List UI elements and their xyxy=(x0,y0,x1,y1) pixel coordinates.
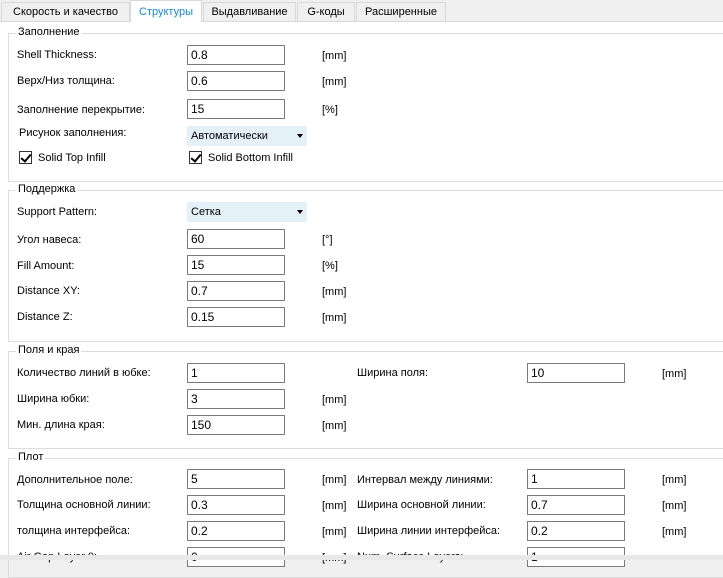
solid-bottom-infill-checkbox[interactable] xyxy=(189,151,202,164)
infill-pattern-label: Рисунок заполнения: xyxy=(19,127,127,139)
overhang-angle-input[interactable]: 60 xyxy=(187,229,285,249)
top-bottom-thickness-unit: [mm] xyxy=(322,76,347,88)
support-group-title: Поддержка xyxy=(16,183,78,195)
chevron-down-icon xyxy=(297,134,303,138)
raft-base-width-unit: [mm] xyxy=(662,500,687,512)
support-pattern-value: Сетка xyxy=(191,206,221,218)
infill-pattern-value: Автоматически xyxy=(191,130,268,142)
distance-xy-input[interactable]: 0.7 xyxy=(187,281,285,301)
fill-amount-unit: [%] xyxy=(322,260,338,272)
raft-interface-width-unit: [mm] xyxy=(662,526,687,538)
raft-interface-thickness-label: толщина интерфейса: xyxy=(17,525,131,537)
raft-interface-thickness-input[interactable]: 0.2 xyxy=(187,521,285,541)
distance-z-label: Distance Z: xyxy=(17,311,73,323)
min-edge-length-label: Мин. длина края: xyxy=(17,419,105,431)
raft-extra-margin-unit: [mm] xyxy=(322,474,347,486)
skirt-line-count-input[interactable]: 1 xyxy=(187,363,285,383)
skirt-width-unit: [mm] xyxy=(322,394,347,406)
skirt-brim-group-title: Поля и края xyxy=(16,344,82,356)
shell-thickness-unit: [mm] xyxy=(322,50,347,62)
top-bottom-thickness-label: Верх/Низ толщина: xyxy=(17,75,115,87)
min-edge-length-unit: [mm] xyxy=(322,420,347,432)
raft-interface-width-label: Ширина линии интерфейса: xyxy=(357,525,501,537)
tab-extrusion[interactable]: Выдавливание xyxy=(203,2,296,21)
infill-group-title: Заполнение xyxy=(16,26,82,38)
top-bottom-thickness-input[interactable]: 0.6 xyxy=(187,71,285,91)
support-group xyxy=(8,190,723,342)
raft-interface-width-input[interactable]: 0.2 xyxy=(527,521,625,541)
raft-base-width-label: Ширина основной линии: xyxy=(357,499,486,511)
overhang-angle-label: Угол навеса: xyxy=(17,234,82,246)
raft-base-thickness-unit: [mm] xyxy=(322,500,347,512)
infill-pattern-dropdown[interactable]: Автоматически xyxy=(187,126,307,146)
chevron-down-icon xyxy=(297,210,303,214)
structures-panel: Заполнение Shell Thickness: 0.8 [mm] Вер… xyxy=(0,22,723,578)
skirt-line-count-label: Количество линий в юбке: xyxy=(17,367,151,379)
raft-base-thickness-label: Толщина основной линии: xyxy=(17,499,151,511)
fill-amount-label: Fill Amount: xyxy=(17,260,75,272)
brim-width-input[interactable]: 10 xyxy=(527,363,625,383)
min-edge-length-input[interactable]: 150 xyxy=(187,415,285,435)
fill-amount-input[interactable]: 15 xyxy=(187,255,285,275)
raft-line-spacing-input[interactable]: 1 xyxy=(527,469,625,489)
tab-structures[interactable]: Структуры xyxy=(130,0,202,22)
raft-group-title: Плот xyxy=(16,451,46,463)
support-pattern-label: Support Pattern: xyxy=(17,206,98,218)
overhang-angle-unit: [°] xyxy=(322,234,333,246)
support-pattern-dropdown[interactable]: Сетка xyxy=(187,202,307,222)
tab-gcode[interactable]: G-коды xyxy=(297,2,355,21)
raft-base-width-input[interactable]: 0.7 xyxy=(527,495,625,515)
solid-bottom-infill-label: Solid Bottom Infill xyxy=(208,152,293,164)
infill-overlap-unit: [%] xyxy=(322,104,338,116)
distance-xy-label: Distance XY: xyxy=(17,285,80,297)
raft-line-spacing-label: Интервал между линиями: xyxy=(357,474,493,486)
tab-advanced[interactable]: Расширенные xyxy=(356,2,446,21)
shell-thickness-input[interactable]: 0.8 xyxy=(187,45,285,65)
distance-z-unit: [mm] xyxy=(322,312,347,324)
infill-overlap-input[interactable]: 15 xyxy=(187,99,285,119)
raft-extra-margin-input[interactable]: 5 xyxy=(187,469,285,489)
checkmark-icon xyxy=(20,151,32,163)
raft-interface-thickness-unit: [mm] xyxy=(322,526,347,538)
tab-speed-quality[interactable]: Скорость и качество xyxy=(1,2,130,21)
raft-line-spacing-unit: [mm] xyxy=(662,474,687,486)
brim-width-unit: [mm] xyxy=(662,368,687,380)
brim-width-label: Ширина поля: xyxy=(357,367,429,379)
horizontal-scrollbar[interactable] xyxy=(0,555,723,560)
raft-base-thickness-input[interactable]: 0.3 xyxy=(187,495,285,515)
distance-z-input[interactable]: 0.15 xyxy=(187,307,285,327)
checkmark-icon xyxy=(190,151,202,163)
skirt-width-input[interactable]: 3 xyxy=(187,389,285,409)
raft-extra-margin-label: Дополнительное поле: xyxy=(17,474,133,486)
skirt-width-label: Ширина юбки: xyxy=(17,393,90,405)
shell-thickness-label: Shell Thickness: xyxy=(17,49,97,61)
infill-overlap-label: Заполнение перекрытие: xyxy=(17,104,146,116)
solid-top-infill-checkbox[interactable] xyxy=(19,151,32,164)
tab-bar: Скорость и качество Структуры Выдавливан… xyxy=(0,0,723,23)
distance-xy-unit: [mm] xyxy=(322,286,347,298)
solid-top-infill-label: Solid Top Infill xyxy=(38,152,106,164)
